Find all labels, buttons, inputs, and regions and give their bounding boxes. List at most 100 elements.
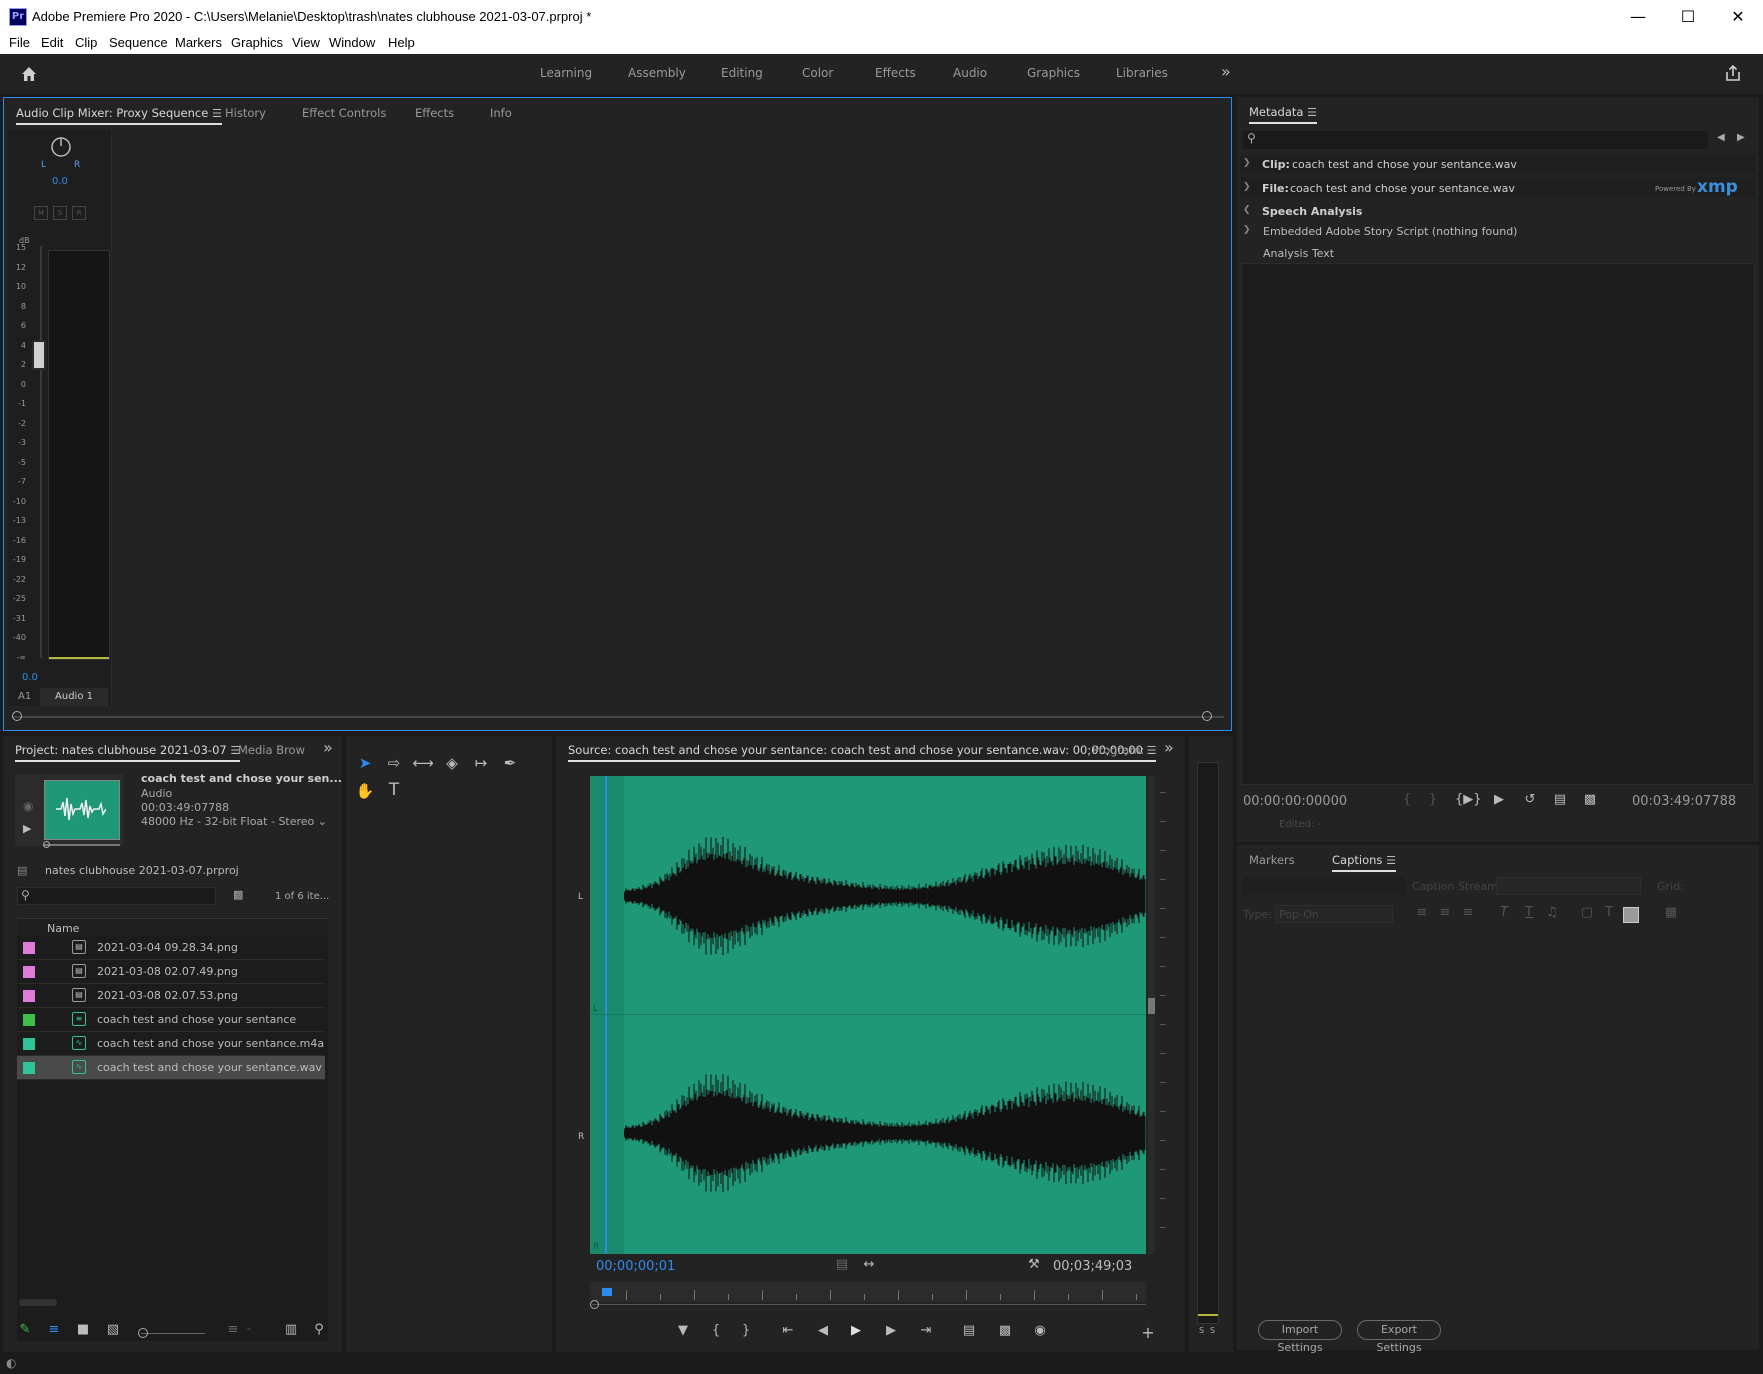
pen-tool-icon[interactable]: ✒	[499, 754, 521, 772]
fit-dropdown-icon[interactable]: ▤	[832, 1257, 852, 1272]
step-back-icon[interactable]: ◀	[813, 1323, 833, 1338]
tab-effects[interactable]: Effects	[415, 106, 454, 120]
slip-tool-icon[interactable]: ↦	[470, 754, 492, 772]
label-color-swatch[interactable]	[23, 1038, 35, 1050]
thumbnail-play-icon[interactable]: ▶	[23, 822, 31, 835]
waveform-vertical-scrollbar[interactable]	[1148, 776, 1155, 1254]
italic-icon[interactable]: T	[1494, 905, 1514, 920]
freeform-view-icon[interactable]: ▧	[103, 1322, 123, 1337]
ripple-edit-tool-icon[interactable]: ⟷	[412, 754, 434, 772]
icon-view-icon[interactable]: ■	[73, 1322, 93, 1337]
zoom-scrollbar[interactable]	[592, 1304, 1146, 1305]
underline-icon[interactable]: T	[1519, 905, 1539, 920]
panel-overflow-icon[interactable]: »	[323, 738, 333, 757]
panel-overflow-icon[interactable]: »	[1164, 738, 1174, 757]
metadata-search-input[interactable]	[1243, 131, 1708, 149]
solo-left-button[interactable]: S	[1199, 1326, 1204, 1335]
workspace-editing[interactable]: Editing	[721, 66, 763, 80]
text-color-icon[interactable]: T	[1599, 905, 1619, 920]
menu-markers[interactable]: Markers	[175, 35, 222, 50]
tab-media-browser[interactable]: Media Brow	[238, 743, 305, 757]
next-icon[interactable]: ▶	[1737, 132, 1745, 143]
list-scrollbar-thumb[interactable]	[19, 1299, 57, 1306]
grid-icon[interactable]: ▦	[1661, 905, 1681, 920]
list-view-icon[interactable]: ≡	[44, 1322, 64, 1337]
export-settings-button[interactable]: Export Settings	[1357, 1320, 1441, 1354]
background-icon[interactable]: ▢	[1577, 905, 1597, 920]
time-ruler[interactable]	[590, 1282, 1146, 1302]
chevron-right-icon[interactable]: ❯	[1243, 182, 1251, 192]
tab-effect-controls[interactable]: Effect Controls	[302, 106, 386, 120]
mark-out-icon[interactable]: }	[1423, 792, 1443, 807]
settings-wrench-icon[interactable]: ⚒	[1024, 1257, 1044, 1272]
thumbnail-scrubber-handle[interactable]	[43, 841, 50, 848]
list-item[interactable]: ∿ coach test and chose your sentance.m4a	[17, 1032, 325, 1056]
insert-icon[interactable]: ▤	[1550, 792, 1570, 807]
menu-sequence[interactable]: Sequence	[109, 35, 168, 50]
mark-out-icon[interactable]: }	[736, 1323, 756, 1338]
zoom-slider-handle[interactable]	[138, 1328, 148, 1338]
button-editor-plus-icon[interactable]: +	[1138, 1323, 1158, 1342]
mute-button[interactable]: M	[34, 206, 48, 220]
go-to-in-icon[interactable]: ⇤	[778, 1323, 798, 1338]
list-item[interactable]: ∿ coach test and chose your sentance.wav	[17, 1056, 325, 1080]
chevron-right-icon[interactable]: ❯	[1243, 158, 1251, 168]
add-marker-icon[interactable]: ▼	[673, 1323, 693, 1338]
prev-icon[interactable]: ◀	[1717, 132, 1725, 143]
list-scrollbar[interactable]	[17, 1298, 328, 1308]
workspace-assembly[interactable]: Assembly	[628, 66, 686, 80]
share-icon[interactable]	[1724, 64, 1742, 82]
loop-icon[interactable]: ↺	[1520, 792, 1540, 807]
chevron-right-icon[interactable]: ❯	[1243, 225, 1251, 235]
play-icon[interactable]: ▶	[1489, 792, 1509, 807]
list-item[interactable]: ▤ 2021-03-04 09.28.34.png	[17, 936, 325, 960]
playhead-marker[interactable]	[602, 1288, 612, 1296]
track-select-tool-icon[interactable]: ⇨	[383, 754, 405, 772]
tab-audio-clip-mixer[interactable]: Audio Clip Mixer: Proxy Sequence ☰	[16, 106, 222, 125]
workspace-audio[interactable]: Audio	[953, 66, 987, 80]
drag-audio-icon[interactable]: ↔	[859, 1257, 879, 1272]
solo-button[interactable]: S	[53, 206, 67, 220]
music-note-icon[interactable]: ♫	[1542, 905, 1562, 920]
automate-to-sequence-icon[interactable]: ▥	[281, 1322, 301, 1337]
scrollbar-right-handle[interactable]	[1202, 711, 1212, 721]
metadata-timecode-start[interactable]: 00:00:00:00000	[1243, 794, 1347, 809]
tab-captions[interactable]: Captions ☰	[1332, 853, 1396, 872]
label-color-swatch[interactable]	[23, 1062, 35, 1074]
speech-analysis-heading[interactable]: Speech Analysis	[1262, 205, 1362, 218]
workspace-effects[interactable]: Effects	[875, 66, 916, 80]
insert-icon[interactable]: ▤	[959, 1323, 979, 1338]
analysis-text-area[interactable]	[1241, 263, 1755, 785]
source-current-timecode[interactable]: 00;00;00;01	[596, 1259, 675, 1274]
zoom-slider-track[interactable]	[141, 1333, 205, 1334]
workspace-libraries[interactable]: Libraries	[1116, 66, 1168, 80]
workspace-graphics[interactable]: Graphics	[1027, 66, 1080, 80]
list-item[interactable]: ▤ 2021-03-08 02.07.49.png	[17, 960, 325, 984]
tab-info[interactable]: Info	[490, 106, 512, 120]
label-color-swatch[interactable]	[23, 1014, 35, 1026]
zoom-scrollbar-handle[interactable]	[590, 1300, 599, 1309]
tab-history[interactable]: History	[225, 106, 266, 120]
razor-tool-icon[interactable]: ◈	[441, 754, 463, 772]
thumbnail-scrubber[interactable]	[44, 844, 120, 846]
play-stop-icon[interactable]: ▶	[846, 1323, 866, 1338]
menu-window[interactable]: Window	[329, 35, 375, 50]
waveform-vertical-scrollbar-thumb[interactable]	[1148, 998, 1155, 1014]
menu-view[interactable]: View	[292, 35, 320, 50]
close-icon[interactable]: ✕	[1713, 0, 1763, 34]
tab-project[interactable]: Project: nates clubhouse 2021-03-07 ☰	[15, 743, 241, 762]
label-color-swatch[interactable]	[23, 942, 35, 954]
preview-clip-format[interactable]: 48000 Hz - 32-bit Float - Stereo ⌄	[141, 815, 327, 828]
home-icon[interactable]	[20, 65, 38, 83]
go-to-out-icon[interactable]: ⇥	[916, 1323, 936, 1338]
camera-icon[interactable]: ◉	[23, 799, 33, 813]
menu-graphics[interactable]: Graphics	[231, 35, 283, 50]
align-center-icon[interactable]: ≡	[1435, 905, 1455, 920]
label-color-swatch[interactable]	[23, 990, 35, 1002]
type-tool-icon[interactable]: T	[383, 780, 405, 800]
playhead-line[interactable]	[605, 776, 607, 1254]
menu-clip[interactable]: Clip	[75, 35, 97, 50]
overwrite-icon[interactable]: ▩	[1580, 792, 1600, 807]
caption-search-input[interactable]	[1243, 877, 1405, 895]
project-search-input[interactable]	[17, 887, 216, 905]
